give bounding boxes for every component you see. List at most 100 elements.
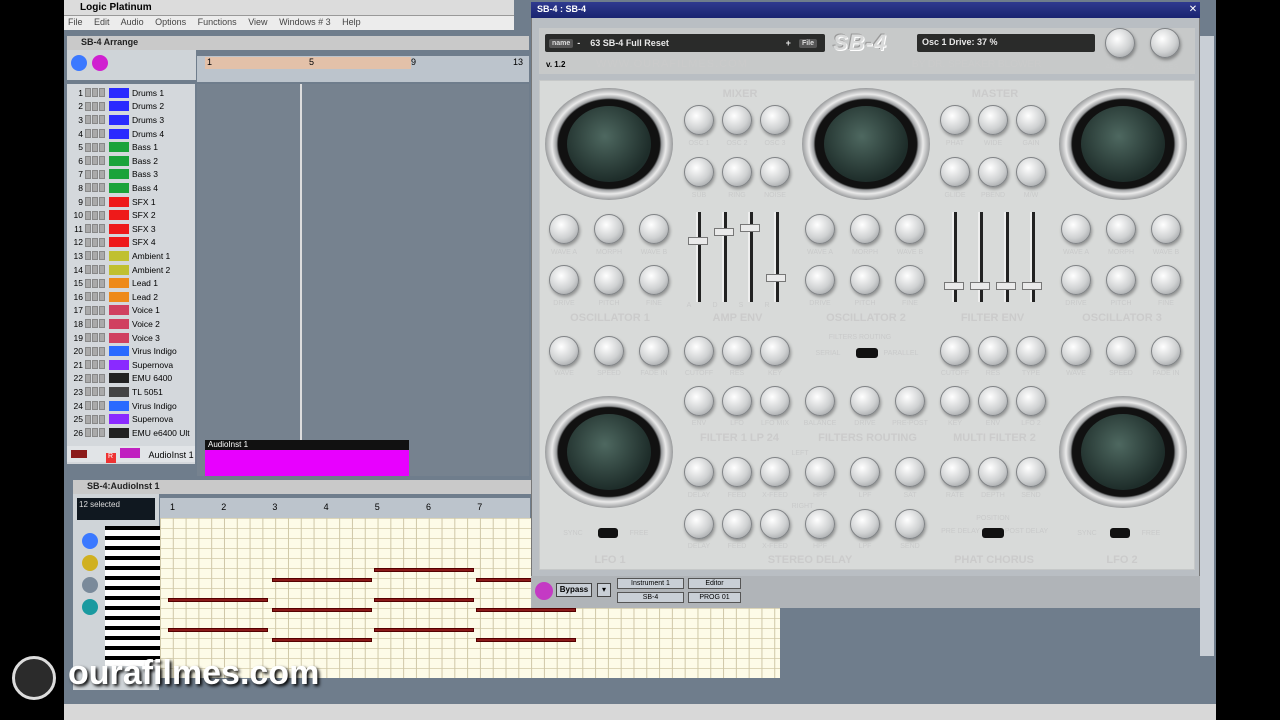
mute-button[interactable]: [85, 346, 91, 356]
mute-button[interactable]: [85, 197, 91, 207]
record-button[interactable]: [99, 101, 105, 111]
record-button[interactable]: [99, 401, 105, 411]
mute-button[interactable]: [85, 373, 91, 383]
osc2-wave-b-knob[interactable]: [895, 214, 925, 244]
preset-name-button[interactable]: name: [549, 38, 574, 48]
playhead[interactable]: [300, 84, 302, 476]
midi-note[interactable]: [374, 568, 474, 572]
solo-button[interactable]: [92, 292, 98, 302]
record-button[interactable]: [99, 278, 105, 288]
mute-button[interactable]: [85, 428, 91, 438]
delay-r-lpf-knob[interactable]: [850, 509, 880, 539]
record-button[interactable]: R: [105, 453, 116, 463]
dropdown-arrow-icon[interactable]: ▾: [597, 583, 611, 597]
solo-button[interactable]: [92, 101, 98, 111]
program-selector[interactable]: PROG 01: [688, 592, 741, 603]
lfo2-fadein-knob[interactable]: [1151, 336, 1181, 366]
track-row[interactable]: 22 EMU 6400: [67, 372, 195, 386]
mfilter-cutoff-knob[interactable]: [940, 336, 970, 366]
link-icon[interactable]: [535, 582, 553, 600]
osc2-morph-knob[interactable]: [850, 214, 880, 244]
record-button[interactable]: [99, 142, 105, 152]
mute-button[interactable]: [85, 251, 91, 261]
osc3-morph-knob[interactable]: [1106, 214, 1136, 244]
osc3-fine-knob[interactable]: [1151, 265, 1181, 295]
menu-functions[interactable]: Functions: [198, 17, 237, 27]
preset-next-button[interactable]: +: [786, 38, 791, 48]
phat-knob[interactable]: [940, 105, 970, 135]
solo-button[interactable]: [92, 305, 98, 315]
pointer-icon[interactable]: [82, 533, 98, 549]
mute-button[interactable]: [85, 210, 91, 220]
lfo1-wave-knob[interactable]: [549, 336, 579, 366]
lfo1-sync-switch[interactable]: [598, 528, 618, 538]
track-row[interactable]: 13 Ambient 1: [67, 249, 195, 263]
delay-send-knob[interactable]: [895, 509, 925, 539]
voices-knob[interactable]: [1150, 28, 1180, 58]
osc1-morph-knob[interactable]: [594, 214, 624, 244]
menu-options[interactable]: Options: [155, 17, 186, 27]
track-row[interactable]: 21 Supernova: [67, 358, 195, 372]
osc1-fine-knob[interactable]: [639, 265, 669, 295]
solo-button[interactable]: [92, 401, 98, 411]
record-button[interactable]: [99, 88, 105, 98]
track-row[interactable]: 5 Bass 1: [67, 140, 195, 154]
instrument-selector[interactable]: Instrument 1: [617, 578, 684, 589]
amp-env-fader-cap[interactable]: [766, 273, 786, 282]
lfo2-speed-knob[interactable]: [1106, 336, 1136, 366]
audio-track-row[interactable]: R AudioInst 1: [67, 446, 195, 463]
filter-env-fader-cap[interactable]: [1022, 281, 1042, 290]
menu-help[interactable]: Help: [342, 17, 361, 27]
track-row[interactable]: 9 SFX 1: [67, 195, 195, 209]
filter-env-fader-cap[interactable]: [970, 281, 990, 290]
mute-button[interactable]: [85, 305, 91, 315]
track-row[interactable]: 8 Bass 4: [67, 181, 195, 195]
preset-selector[interactable]: name - 63 SB-4 Full Reset + File: [545, 34, 825, 52]
solo-button[interactable]: [92, 428, 98, 438]
filter1-cutoff-knob[interactable]: [684, 336, 714, 366]
delay-r-delay-knob[interactable]: [684, 509, 714, 539]
record-button[interactable]: [99, 237, 105, 247]
solo-button[interactable]: [92, 129, 98, 139]
wide-knob[interactable]: [978, 105, 1008, 135]
track-row[interactable]: 4 Drums 4: [67, 127, 195, 141]
osc2-fine-knob[interactable]: [895, 265, 925, 295]
record-button[interactable]: [99, 346, 105, 356]
record-button[interactable]: [99, 305, 105, 315]
chorus-rate-knob[interactable]: [940, 457, 970, 487]
pointer-tool-icon[interactable]: [71, 55, 87, 71]
osc2-wave-a-knob[interactable]: [805, 214, 835, 244]
track-row[interactable]: 10 SFX 2: [67, 208, 195, 222]
mute-button[interactable]: [85, 319, 91, 329]
record-button[interactable]: [99, 224, 105, 234]
midi-icon[interactable]: [82, 577, 98, 593]
track-row[interactable]: 24 Virus Indigo: [67, 399, 195, 413]
menu-file[interactable]: File: [68, 17, 83, 27]
delay-lpf-knob[interactable]: [850, 457, 880, 487]
mixer-osc3-knob[interactable]: [760, 105, 790, 135]
osc1-wave-b-knob[interactable]: [639, 214, 669, 244]
filter-env-fader-cap[interactable]: [944, 281, 964, 290]
track-row[interactable]: 16 Lead 2: [67, 290, 195, 304]
chorus-position-switch[interactable]: [982, 528, 1004, 538]
mute-button[interactable]: [85, 156, 91, 166]
mute-button[interactable]: [85, 333, 91, 343]
mute-button[interactable]: [85, 101, 91, 111]
delay-hpf-knob[interactable]: [805, 457, 835, 487]
filter-env-fader-cap[interactable]: [996, 281, 1016, 290]
track-row[interactable]: 11 SFX 3: [67, 222, 195, 236]
mfilter-key-knob[interactable]: [940, 386, 970, 416]
lfo2-wave-knob[interactable]: [1061, 336, 1091, 366]
record-button[interactable]: [99, 197, 105, 207]
solo-button[interactable]: [92, 333, 98, 343]
mute-button[interactable]: [85, 142, 91, 152]
chorus-depth-knob[interactable]: [978, 457, 1008, 487]
osc3-wave-a-knob[interactable]: [1061, 214, 1091, 244]
track-row[interactable]: 26 EMU e6400 Ult: [67, 426, 195, 440]
pianoroll-ruler[interactable]: [160, 498, 530, 518]
track-row[interactable]: 25 Supernova: [67, 412, 195, 426]
analog-knob[interactable]: [1105, 28, 1135, 58]
mute-button[interactable]: [85, 360, 91, 370]
solo-button[interactable]: [92, 251, 98, 261]
solo-button[interactable]: [92, 142, 98, 152]
